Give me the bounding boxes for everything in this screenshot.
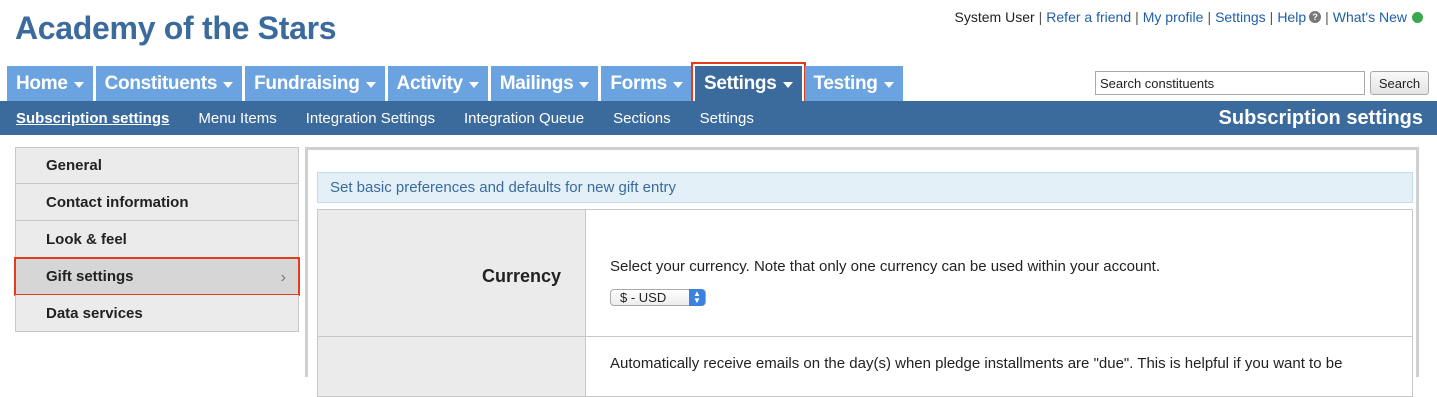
main-nav: Home Constituents Fundraising Activity M… <box>7 62 903 105</box>
sidebar-item-contact-information[interactable]: Contact information <box>15 184 299 221</box>
tab-label: Settings <box>703 72 777 94</box>
info-banner: Set basic preferences and defaults for n… <box>317 172 1413 203</box>
caret-down-icon <box>223 81 234 88</box>
settings-link[interactable]: Settings <box>1215 9 1266 25</box>
tab-label: Forms <box>610 72 667 94</box>
sidebar-item-label: General <box>46 157 102 174</box>
caret-down-icon <box>365 81 376 88</box>
sub-nav: Subscription settings Menu Items Integra… <box>0 101 1437 135</box>
help-icon[interactable]: ? <box>1309 11 1322 23</box>
row-description: Automatically receive emails on the day(… <box>610 355 1343 372</box>
settings-row-pledge-emails: Automatically receive emails on the day(… <box>317 337 1413 397</box>
refer-friend-link[interactable]: Refer a friend <box>1046 9 1131 25</box>
tab-label: Constituents <box>104 72 218 94</box>
subnav-menu-items[interactable]: Menu Items <box>198 110 276 127</box>
tab-label: Mailings <box>499 72 574 94</box>
main-content: Set basic preferences and defaults for n… <box>305 147 1419 397</box>
separator: | <box>1135 9 1139 25</box>
help-link[interactable]: Help <box>1277 9 1306 25</box>
settings-table: Currency Select your currency. Note that… <box>317 209 1413 397</box>
tab-label: Fundraising <box>254 72 360 94</box>
subnav-sections[interactable]: Sections <box>613 110 671 127</box>
tab-fundraising[interactable]: Fundraising <box>245 66 385 101</box>
caret-down-icon <box>468 81 479 88</box>
page-title: Subscription settings <box>1218 107 1423 129</box>
separator: | <box>1325 9 1329 25</box>
caret-down-icon <box>672 81 683 88</box>
sidebar-item-data-services[interactable]: Data services <box>15 295 299 332</box>
my-profile-link[interactable]: My profile <box>1143 9 1204 25</box>
chevron-right-icon: › <box>280 269 286 286</box>
caret-down-icon <box>579 81 590 88</box>
sidebar-item-general[interactable]: General <box>15 147 299 184</box>
tab-home[interactable]: Home <box>7 66 93 101</box>
row-label <box>318 337 586 396</box>
tab-testing[interactable]: Testing <box>804 66 903 101</box>
tab-forms[interactable]: Forms <box>601 66 692 101</box>
tab-constituents[interactable]: Constituents <box>95 66 243 101</box>
subnav-subscription-settings[interactable]: Subscription settings <box>16 110 169 127</box>
tab-label: Testing <box>813 72 878 94</box>
settings-row-currency: Currency Select your currency. Note that… <box>317 209 1413 337</box>
top-links: System User | Refer a friend | My profil… <box>955 9 1423 25</box>
sidebar-item-gift-settings[interactable]: Gift settings › <box>14 257 300 296</box>
tab-mailings[interactable]: Mailings <box>490 66 599 101</box>
sidebar-item-label: Look & feel <box>46 230 127 248</box>
whats-new-link[interactable]: What's New <box>1333 9 1407 25</box>
app-title: Academy of the Stars <box>15 10 337 46</box>
search-button[interactable]: Search <box>1370 71 1429 95</box>
caret-down-icon <box>883 81 894 88</box>
select-value: $ - USD <box>620 290 667 305</box>
row-description: Select your currency. Note that only one… <box>610 258 1161 275</box>
currency-select[interactable]: $ - USD ▲ ▼ <box>610 289 706 306</box>
tab-label: Activity <box>396 72 464 94</box>
current-user: System User <box>954 9 1035 25</box>
caret-down-icon <box>73 81 84 88</box>
subnav-settings[interactable]: Settings <box>700 110 754 127</box>
sidebar-item-label: Contact information <box>46 193 189 211</box>
separator: | <box>1269 9 1274 25</box>
header: Academy of the Stars System User | Refer… <box>0 0 1437 66</box>
tab-label: Home <box>16 72 68 94</box>
status-dot-icon <box>1412 11 1423 23</box>
separator: | <box>1207 9 1212 25</box>
separator: | <box>1038 9 1043 25</box>
sidebar-item-label: Gift settings <box>46 267 134 285</box>
subnav-integration-queue[interactable]: Integration Queue <box>464 110 584 127</box>
subnav-integration-settings[interactable]: Integration Settings <box>306 110 435 127</box>
settings-sidebar: General Contact information Look & feel … <box>14 147 300 332</box>
caret-down-icon <box>782 81 793 88</box>
tab-activity[interactable]: Activity <box>387 66 488 101</box>
tab-settings[interactable]: Settings <box>690 62 806 105</box>
sidebar-item-look-and-feel[interactable]: Look & feel <box>15 221 299 258</box>
row-value: Select your currency. Note that only one… <box>586 210 1412 336</box>
search-input[interactable] <box>1095 71 1365 95</box>
row-label: Currency <box>318 210 586 336</box>
select-arrows-icon: ▲ ▼ <box>689 289 705 306</box>
sidebar-item-label: Data services <box>46 304 143 322</box>
